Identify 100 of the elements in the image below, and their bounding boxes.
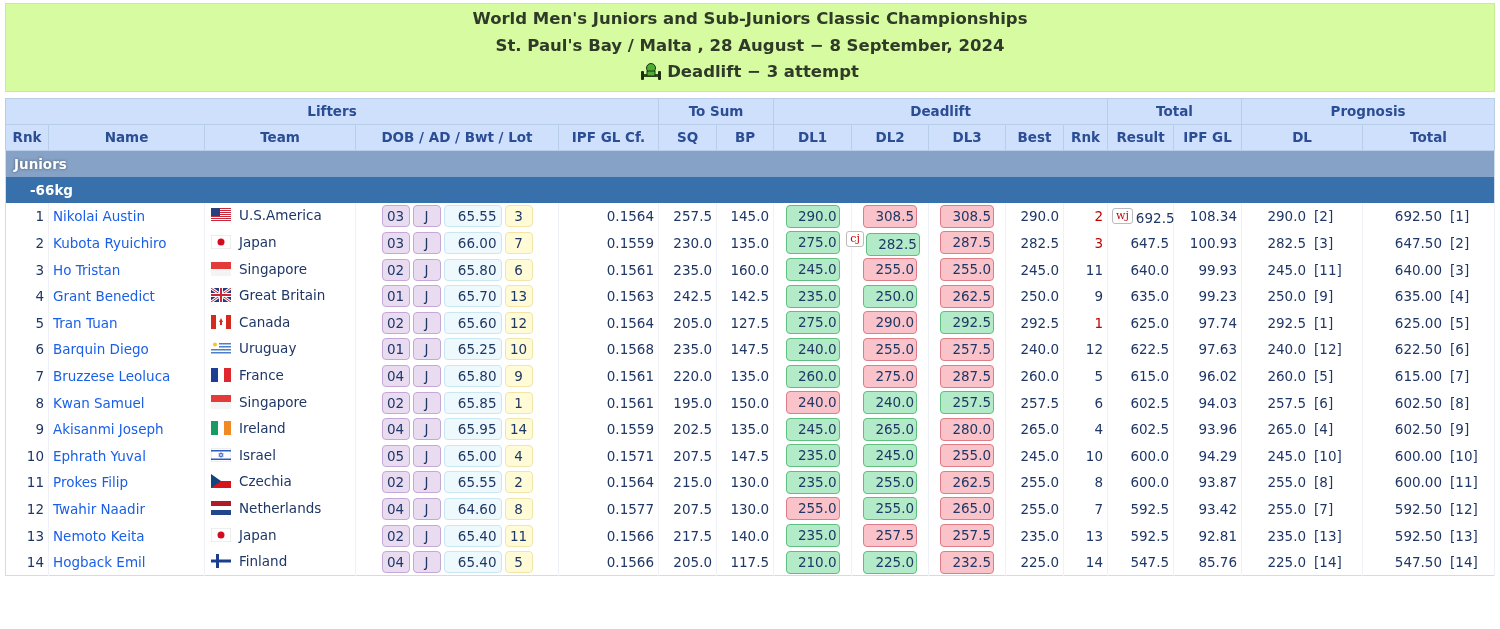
bodyweight-tag: 65.55 bbox=[443, 471, 502, 494]
table-cell: 602.5 bbox=[1107, 415, 1174, 443]
lot-tag: 6 bbox=[504, 258, 533, 281]
table-cell: 6 bbox=[1063, 389, 1108, 416]
table-cell: 94.29 bbox=[1173, 442, 1242, 470]
lifter-link[interactable]: Barquin Diego bbox=[53, 341, 149, 358]
team-name: Uruguay bbox=[239, 340, 297, 357]
flag-icon bbox=[211, 527, 231, 542]
birth-year-tag: 02 bbox=[381, 258, 410, 281]
lifter-link[interactable]: Ephrath Yuval bbox=[53, 447, 146, 464]
prognosis-rank: [13] bbox=[1450, 527, 1478, 544]
attempt-box: 232.5 bbox=[940, 550, 995, 574]
table-cell: 282.5 bbox=[1005, 229, 1064, 257]
team-name: Netherlands bbox=[239, 500, 322, 516]
flag-icon bbox=[211, 314, 231, 329]
table-cell: 130.0 bbox=[716, 495, 774, 523]
section-header: Juniors bbox=[5, 150, 1495, 177]
table-cell: 647.5 bbox=[1107, 229, 1174, 257]
attempt-box: 255.0 bbox=[940, 444, 995, 468]
prognosis-value: 592.50 bbox=[1393, 501, 1443, 517]
prognosis-rank: [4] bbox=[1314, 421, 1334, 438]
birth-year-tag: 02 bbox=[381, 524, 410, 547]
table-cell: 93.87 bbox=[1173, 469, 1242, 496]
age-division-tag: J bbox=[412, 391, 441, 414]
attempt-box: 255.0 bbox=[785, 497, 840, 521]
table-cell: 207.5 bbox=[658, 495, 717, 523]
lifter-link[interactable]: Kwan Samuel bbox=[53, 394, 145, 411]
prognosis-rank: [13] bbox=[1314, 527, 1342, 544]
prognosis-value: 602.50 bbox=[1393, 421, 1443, 438]
table-cell: 100.93 bbox=[1173, 229, 1242, 257]
table-cell: 0.1564 bbox=[558, 309, 659, 337]
team-name: Great Britain bbox=[239, 287, 326, 304]
table-cell: 205.0 bbox=[658, 309, 717, 337]
table-cell: 255.0 bbox=[1005, 495, 1064, 523]
lifter-link[interactable]: Bruzzese Leoluca bbox=[53, 368, 171, 384]
attempt-box: 275.0 bbox=[785, 231, 840, 255]
team-name: Ireland bbox=[239, 420, 286, 437]
prognosis-value: 647.50 bbox=[1393, 234, 1443, 251]
age-division-tag: J bbox=[412, 258, 441, 281]
lifter-link[interactable]: Nikolai Austin bbox=[53, 208, 145, 225]
attempt-box: 245.0 bbox=[785, 258, 840, 282]
attempt-box: 265.0 bbox=[940, 497, 995, 521]
group-header: To Sum bbox=[658, 98, 774, 125]
table-cell: 93.42 bbox=[1173, 495, 1242, 523]
flag-icon bbox=[211, 261, 231, 276]
bodyweight-tag: 65.40 bbox=[443, 551, 502, 574]
lifter-link[interactable]: Hogback Emil bbox=[53, 554, 146, 571]
lifter-link[interactable]: Twahir Naadir bbox=[53, 501, 145, 517]
team-name: U.S.America bbox=[239, 207, 322, 224]
table-cell: 5 bbox=[5, 309, 49, 337]
prognosis-value: 265.0 bbox=[1266, 421, 1307, 438]
bodyweight-tag: 65.80 bbox=[443, 258, 502, 281]
lifter-link[interactable]: Akisanmi Joseph bbox=[53, 421, 164, 438]
table-cell: 135.0 bbox=[716, 362, 774, 390]
team-name: Singapore bbox=[239, 393, 308, 410]
table-cell: 7 bbox=[5, 362, 49, 390]
table-cell: 0.1564 bbox=[558, 469, 659, 496]
lifter-link[interactable]: Prokes Filip bbox=[53, 474, 128, 491]
table-cell: 260.0 bbox=[1005, 362, 1064, 390]
prognosis-value: 240.0 bbox=[1266, 341, 1307, 358]
prognosis-rank: [9] bbox=[1450, 421, 1470, 438]
table-cell: 195.0 bbox=[658, 389, 717, 416]
birth-year-tag: 04 bbox=[381, 498, 410, 520]
table-cell: 147.5 bbox=[716, 336, 774, 363]
table-cell: 640.0 bbox=[1107, 256, 1174, 283]
prognosis-rank: [3] bbox=[1450, 261, 1470, 278]
table-cell: 108.34 bbox=[1173, 202, 1242, 230]
attempt-box: 290.0 bbox=[785, 204, 840, 228]
table-cell: 592.5 bbox=[1107, 495, 1174, 523]
column-header: DL1 bbox=[773, 124, 852, 151]
table-cell: 97.63 bbox=[1173, 336, 1242, 363]
table-cell: 7 bbox=[1063, 495, 1108, 523]
lifter-link[interactable]: Tran Tuan bbox=[53, 314, 118, 331]
lifter-link[interactable]: Grant Benedict bbox=[53, 288, 155, 305]
table-cell: 3 bbox=[1063, 229, 1108, 257]
table-cell: 12 bbox=[5, 495, 49, 523]
table-cell: 0.1559 bbox=[558, 229, 659, 257]
prognosis-rank: [14] bbox=[1314, 554, 1342, 571]
table-cell: 0.1561 bbox=[558, 256, 659, 283]
column-header: Result bbox=[1107, 124, 1174, 151]
flag-icon bbox=[211, 501, 231, 515]
bodyweight-tag: 65.55 bbox=[443, 205, 502, 228]
prognosis-value: 225.0 bbox=[1266, 554, 1307, 571]
lifter-link[interactable]: Kubota Ryuichiro bbox=[53, 234, 167, 251]
attempt-box: 255.0 bbox=[863, 337, 918, 361]
table-cell: 13 bbox=[5, 522, 49, 549]
table-cell: 160.0 bbox=[716, 256, 774, 283]
table-cell: 145.0 bbox=[716, 202, 774, 230]
lot-tag: 2 bbox=[504, 471, 533, 494]
table-cell: 615.0 bbox=[1107, 362, 1174, 390]
attempt-box: 262.5 bbox=[940, 284, 995, 308]
table-cell: 230.0 bbox=[658, 229, 717, 257]
table-cell: 142.5 bbox=[716, 282, 774, 310]
attempt-box: 255.0 bbox=[863, 258, 918, 282]
attempt-box: 235.0 bbox=[785, 524, 840, 548]
column-header: IPF GL Cf. bbox=[558, 124, 659, 151]
lifter-link[interactable]: Nemoto Keita bbox=[53, 527, 145, 544]
table-cell: 13 bbox=[1063, 522, 1108, 549]
age-division-tag: J bbox=[412, 338, 441, 361]
lifter-link[interactable]: Ho Tristan bbox=[53, 261, 121, 278]
